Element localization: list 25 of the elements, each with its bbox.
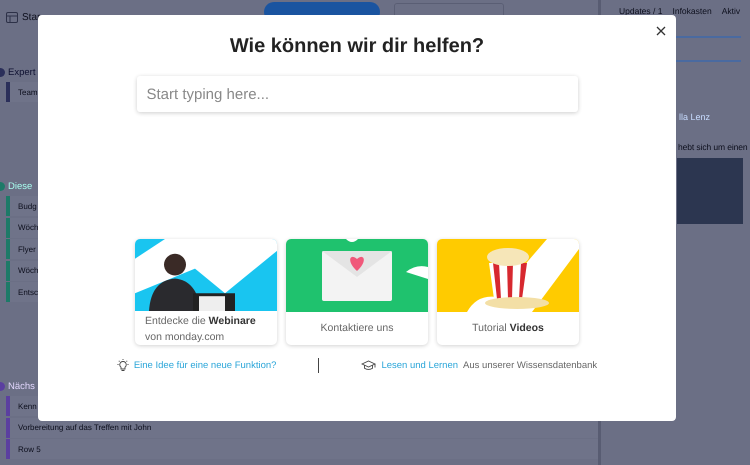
post-text: hebt sich um einen [678, 142, 748, 152]
board-row[interactable]: Row 5 [6, 439, 598, 459]
card-label: Entdecke die Webinare von monday.com [144, 314, 257, 345]
author-link[interactable]: lla Lenz [679, 112, 710, 122]
panel-tab[interactable]: Updates / 1 [619, 6, 662, 16]
help-card[interactable]: Tutorial Videos [437, 239, 579, 345]
card-label: Tutorial Videos [471, 321, 545, 336]
help-card[interactable]: Kontaktiere uns [286, 239, 428, 345]
help-card[interactable]: Entdecke die Webinare von monday.com [135, 239, 277, 345]
group-title[interactable]: Nächs [8, 380, 35, 392]
group-title[interactable]: Expert [8, 66, 36, 78]
help-link[interactable]: Lesen und Lernen [381, 360, 458, 371]
close-icon[interactable] [656, 26, 666, 36]
graduation-cap-icon [361, 360, 376, 371]
dialog-title: Wie können wir dir helfen? [230, 35, 484, 58]
panel-tab[interactable]: Aktiv [722, 6, 740, 16]
photo-placeholder [677, 158, 743, 224]
search-input[interactable]: Start typing here... [136, 76, 578, 112]
link-description: Aus unserer Wissensdatenbank [463, 360, 598, 371]
lightbulb-icon [116, 359, 129, 372]
help-link[interactable]: Eine Idee für eine neue Funktion? [134, 360, 276, 371]
table-icon [6, 12, 18, 22]
panel-tab[interactable]: Infokasten [672, 6, 712, 16]
group-title[interactable]: Diese [8, 180, 32, 192]
card-label: Kontaktiere uns [320, 321, 394, 336]
